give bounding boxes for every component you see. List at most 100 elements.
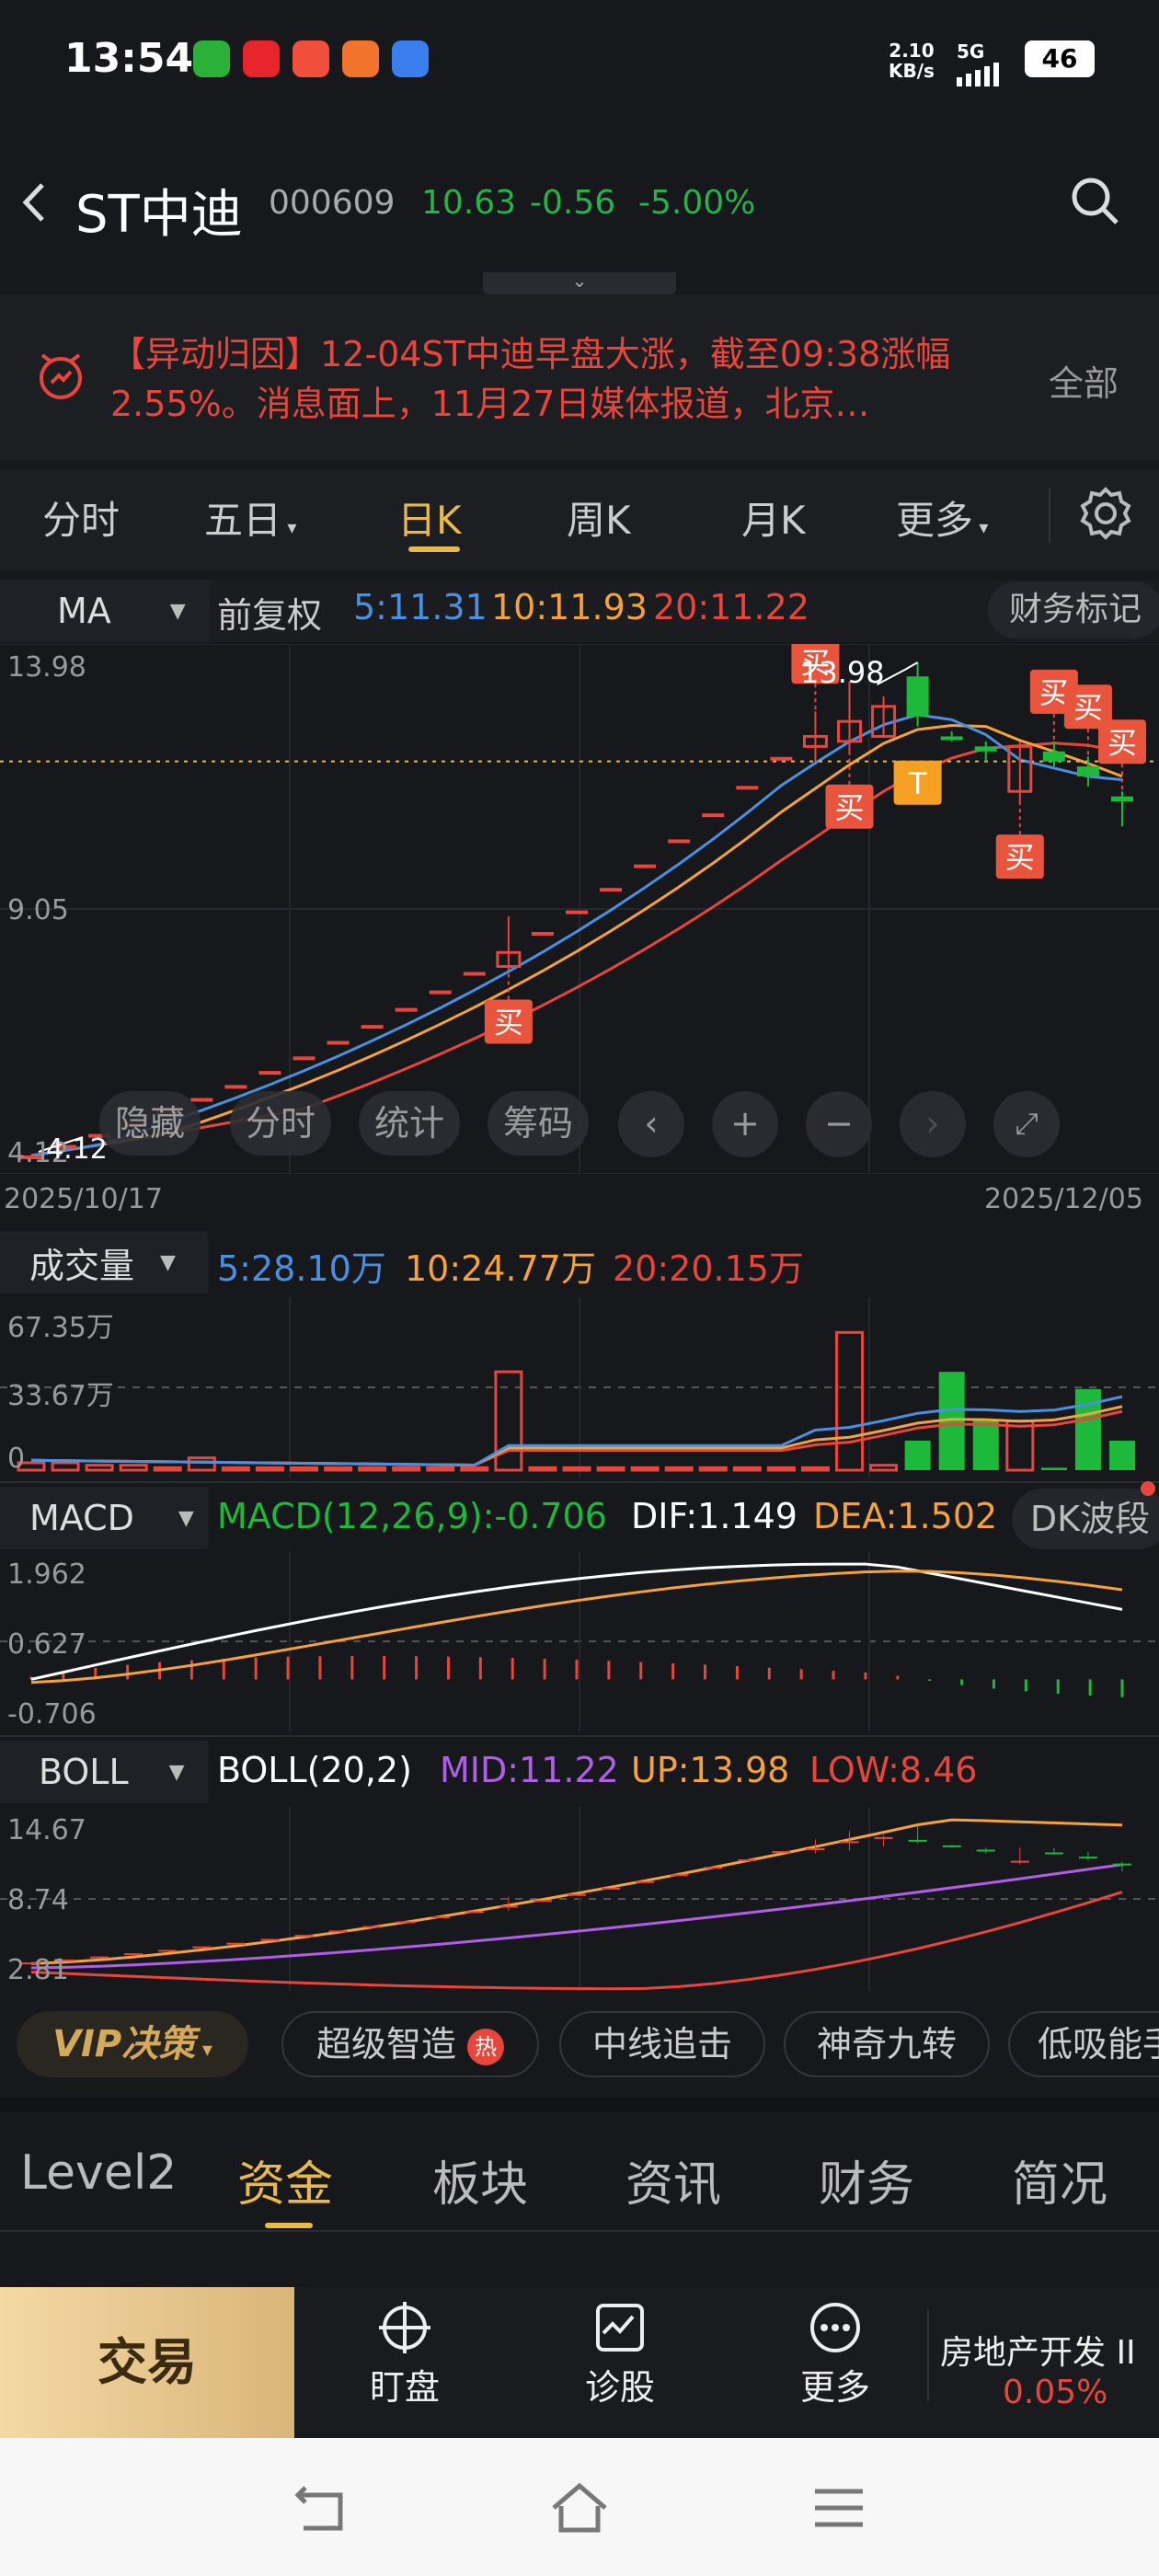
- tab-funds[interactable]: 资金: [237, 2145, 333, 2214]
- volume-bar: [1005, 1420, 1035, 1472]
- vol-ma10-value: 10:24.77万: [405, 1248, 596, 1289]
- adjust-mode[interactable]: 前复权: [217, 587, 322, 638]
- fullscreen-button[interactable]: ⤢: [993, 1091, 1060, 1157]
- vip-decision-button[interactable]: VIP决策 ▾: [17, 2011, 248, 2077]
- app-icon: [392, 40, 429, 77]
- volume-bar: [800, 1466, 830, 1472]
- volume-bar: [664, 1466, 694, 1472]
- app-icon: [293, 40, 329, 77]
- macd-params: MACD(12,26,9):-0.706: [217, 1496, 607, 1536]
- feature-super-smart[interactable]: 超级智造 热: [281, 2011, 539, 2077]
- net-speed: 2.10 KB/s: [889, 40, 935, 82]
- trade-button[interactable]: 交易: [0, 2287, 294, 2438]
- stats-button[interactable]: 统计: [359, 1091, 460, 1156]
- candle-body: [600, 888, 623, 892]
- price-change: -0.56: [530, 184, 616, 222]
- battery-indicator: 46: [1025, 40, 1095, 77]
- feature-magic-nine[interactable]: 神奇九转: [784, 2011, 990, 2077]
- tab-more[interactable]: 更多 ▾: [896, 489, 988, 546]
- buy-marker-label: 买: [1107, 725, 1137, 760]
- pull-handle[interactable]: ⌄: [483, 271, 676, 294]
- back-button[interactable]: [17, 179, 53, 236]
- tab-weekly-k[interactable]: 周K: [567, 489, 631, 546]
- volume-bar: [187, 1456, 216, 1472]
- vol-ma20-value: 20:20.15万: [613, 1248, 804, 1289]
- ma5-value: 5:11.31: [353, 587, 488, 627]
- candle-body: [224, 1085, 247, 1089]
- ma5-line: [30, 713, 1123, 1157]
- indicator-select-volume[interactable]: 成交量 ▼: [0, 1231, 208, 1294]
- stock-code: 000609: [269, 184, 396, 222]
- news-text: 【异动归因】12-04ST中迪早盘大涨，截至09:38涨幅2.55%。消息面上，…: [110, 334, 951, 424]
- tab-intraday[interactable]: 分时: [42, 489, 120, 546]
- red-dot: [1141, 1481, 1155, 1496]
- date-start: 2025/10/17: [4, 1183, 163, 1215]
- scroll-left-button[interactable]: ‹: [618, 1091, 684, 1157]
- macd-chart[interactable]: [0, 1551, 1159, 1731]
- diagnose-button[interactable]: 诊股: [574, 2300, 666, 2409]
- divider: [0, 2098, 1159, 2112]
- indicator-select-macd[interactable]: MACD ▼: [0, 1487, 208, 1549]
- date-end: 2025/12/05: [984, 1183, 1143, 1215]
- menu-nav-icon[interactable]: [809, 2484, 868, 2532]
- zoom-in-button[interactable]: +: [712, 1091, 778, 1157]
- boll-up-line: [30, 1818, 1123, 1965]
- status-time: 13:54: [64, 35, 194, 82]
- candle-body: [634, 864, 657, 868]
- more-button[interactable]: 更多: [789, 2300, 881, 2409]
- feature-low-buy[interactable]: 低吸能手: [1008, 2011, 1159, 2077]
- chips-button[interactable]: 筹码: [488, 1091, 589, 1156]
- home-nav-icon[interactable]: [548, 2478, 611, 2537]
- volume-bar: [324, 1466, 353, 1472]
- news-all-link[interactable]: 全部: [1049, 355, 1119, 406]
- dk-band-button[interactable]: DK波段: [1012, 1489, 1159, 1549]
- vol-axis-low: 0: [7, 1443, 26, 1475]
- stock-price: 10.63: [421, 184, 517, 222]
- crosshair-icon: [379, 2302, 430, 2353]
- feature-midline-chase[interactable]: 中线追击: [559, 2011, 765, 2077]
- volume-bar: [153, 1466, 182, 1472]
- volume-bar: [972, 1420, 999, 1470]
- chart-settings-button[interactable]: [1078, 486, 1133, 541]
- tab-finance[interactable]: 财务: [819, 2145, 914, 2214]
- tab-level2[interactable]: Level2: [20, 2145, 177, 2201]
- candle-body: [940, 736, 963, 741]
- volume-chart[interactable]: [0, 1297, 1159, 1478]
- zoom-out-button[interactable]: −: [806, 1091, 872, 1157]
- volume-bar: [51, 1461, 80, 1472]
- tab-monthly-k[interactable]: 月K: [741, 489, 806, 546]
- volume-bar: [630, 1466, 660, 1472]
- tab-overview[interactable]: 简况: [1012, 2145, 1107, 2214]
- volume-bar: [358, 1466, 387, 1472]
- hide-button[interactable]: 隐藏: [99, 1091, 201, 1156]
- sector-change: 0.05%: [1003, 2374, 1108, 2411]
- scroll-right-button[interactable]: ›: [900, 1091, 966, 1157]
- hot-badge: 热: [467, 2028, 505, 2065]
- active-tab-indicator: [265, 2223, 313, 2228]
- search-button[interactable]: [1067, 173, 1122, 228]
- finance-mark-button[interactable]: 财务标记: [988, 581, 1159, 638]
- divider: [927, 2309, 929, 2401]
- network-indicator: 5G: [957, 40, 999, 86]
- sector-name[interactable]: 房地产开发 II: [940, 2326, 1136, 2374]
- tab-news[interactable]: 资讯: [625, 2145, 721, 2214]
- indicator-select-boll[interactable]: BOLL ▼: [0, 1741, 208, 1803]
- candle-body: [258, 1071, 281, 1075]
- tab-daily-k[interactable]: 日K: [397, 489, 462, 546]
- low-label: 4.12: [46, 1133, 108, 1166]
- high-label: 13.98: [800, 655, 885, 690]
- volume-bar: [255, 1466, 284, 1472]
- boll-chart[interactable]: [0, 1807, 1159, 1991]
- app-icon: [243, 40, 280, 77]
- t-marker-label: T: [908, 766, 927, 801]
- boll-low: LOW:8.46: [809, 1750, 978, 1790]
- boll-low-line: [30, 1891, 1123, 1991]
- tab-five-day[interactable]: 五日 ▾: [204, 489, 296, 546]
- back-nav-icon[interactable]: [293, 2478, 351, 2537]
- indicator-select-ma[interactable]: MA ▼: [0, 580, 210, 642]
- candle-body: [463, 972, 486, 976]
- tab-sector[interactable]: 板块: [432, 2145, 528, 2214]
- divider: [0, 1735, 1159, 1737]
- watch-button[interactable]: 盯盘: [359, 2300, 451, 2409]
- intraday-button[interactable]: 分时: [230, 1091, 331, 1156]
